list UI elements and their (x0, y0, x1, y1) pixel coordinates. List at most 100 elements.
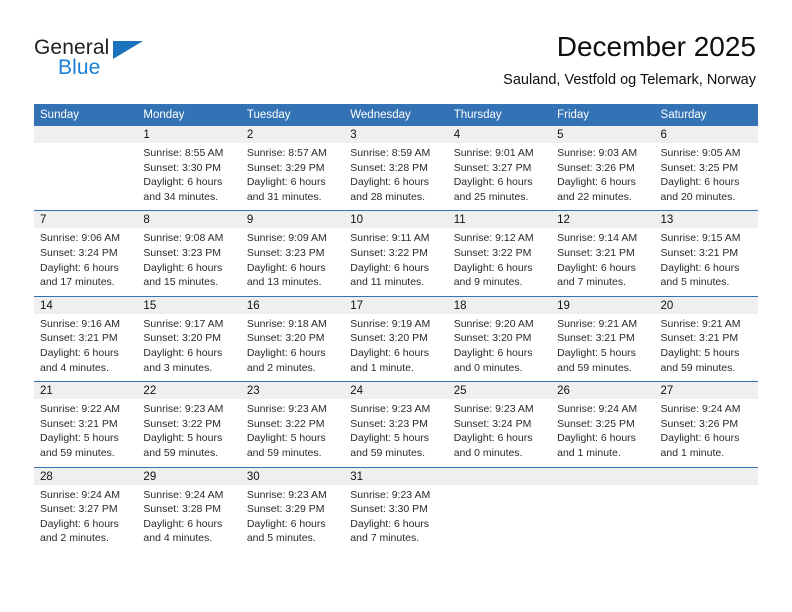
calendar-day-cell[interactable]: 27 Sunrise: 9:24 AM Sunset: 3:26 PM Dayligh… (654, 381, 758, 467)
daylight-text-cont: and 17 minutes. (40, 276, 115, 289)
daylight-text: Daylight: 6 hours (350, 517, 430, 530)
calendar-day-cell[interactable]: 8 Sunrise: 9:08 AM Sunset: 3:23 PM Daylight… (137, 210, 241, 297)
calendar-day-cell[interactable]: 7 Sunrise: 9:06 AM Sunset: 3:24 PM Daylight… (34, 210, 138, 297)
day-details: Sunrise: 9:23 AM Sunset: 3:22 PM Daylight:… (241, 399, 344, 466)
weekday-header-sunday: Sunday (34, 104, 138, 126)
calendar-day-cell[interactable]: 28 Sunrise: 9:24 AM Sunset: 3:27 PM Dayligh… (34, 466, 138, 552)
daylight-text-cont: and 20 minutes. (660, 190, 736, 203)
day-details: Sunrise: 9:22 AM Sunset: 3:21 PM Daylight:… (34, 399, 137, 466)
sunset-text: Sunset: 3:21 PM (660, 246, 739, 259)
sunrise-text: Sunrise: 9:17 AM (143, 317, 224, 330)
sunset-text: Sunset: 3:22 PM (143, 417, 222, 430)
day-details: Sunrise: 9:11 AM Sunset: 3:22 PM Daylight:… (344, 228, 447, 295)
calendar-day-cell[interactable]: 23 Sunrise: 9:23 AM Sunset: 3:22 PM Dayligh… (240, 381, 345, 467)
sunrise-text: Sunrise: 9:03 AM (557, 147, 638, 159)
triangle-icon (113, 41, 143, 59)
calendar-day-cell[interactable]: 20 Sunrise: 9:21 AM Sunset: 3:21 PM Dayligh… (654, 295, 758, 382)
day-number: 3 (344, 126, 448, 143)
calendar-day-cell[interactable]: 16 Sunrise: 9:18 AM Sunset: 3:20 PM Dayligh… (240, 295, 345, 382)
calendar-day-cell[interactable]: 29 Sunrise: 9:24 AM Sunset: 3:28 PM Dayligh… (137, 466, 241, 552)
daylight-text-cont: and 59 minutes. (557, 361, 632, 374)
sunrise-text: Sunrise: 8:55 AM (143, 147, 224, 159)
day-number: 21 (34, 382, 138, 400)
calendar-day-cell[interactable]: 1 Sunrise: 8:55 AM Sunset: 3:30 PM Daylight… (137, 126, 241, 211)
calendar-week-row: 28 Sunrise: 9:24 AM Sunset: 3:27 PM Dayligh… (34, 466, 758, 552)
calendar-day-cell[interactable]: 25 Sunrise: 9:23 AM Sunset: 3:24 PM Dayligh… (447, 381, 552, 467)
daylight-text: Daylight: 6 hours (40, 261, 119, 274)
weekday-header-monday: Monday (137, 104, 241, 126)
weekday-header-friday: Friday (551, 104, 655, 126)
calendar-day-cell[interactable]: 6 Sunrise: 9:05 AM Sunset: 3:25 PM Daylight… (654, 126, 758, 211)
day-details: Sunrise: 9:03 AM Sunset: 3:26 PM Daylight:… (551, 143, 654, 210)
day-number: 5 (551, 126, 655, 143)
calendar-day-cell[interactable]: 26 Sunrise: 9:24 AM Sunset: 3:25 PM Dayligh… (551, 381, 655, 467)
daylight-text-cont: and 59 minutes. (660, 361, 736, 374)
calendar-day-cell[interactable]: 24 Sunrise: 9:23 AM Sunset: 3:23 PM Dayligh… (344, 381, 448, 467)
sunrise-text: Sunrise: 9:09 AM (246, 232, 327, 245)
calendar-day-cell[interactable]: 14 Sunrise: 9:16 AM Sunset: 3:21 PM Dayligh… (34, 295, 138, 382)
calendar-day-cell[interactable]: 12 Sunrise: 9:14 AM Sunset: 3:21 PM Dayligh… (551, 210, 655, 297)
day-details: Sunrise: 9:20 AM Sunset: 3:20 PM Daylight:… (448, 314, 551, 381)
calendar-day-cell[interactable]: 13 Sunrise: 9:15 AM Sunset: 3:21 PM Dayligh… (654, 210, 758, 297)
day-number: 12 (551, 211, 655, 229)
daylight-text-cont: and 5 minutes. (660, 276, 730, 289)
day-number: 14 (34, 296, 138, 314)
day-details: Sunrise: 9:21 AM Sunset: 3:21 PM Daylight:… (551, 314, 654, 381)
daylight-text: Daylight: 6 hours (453, 261, 533, 274)
daylight-text-cont: and 25 minutes. (453, 190, 529, 203)
daylight-text-cont: and 5 minutes. (246, 532, 316, 545)
daylight-text: Daylight: 5 hours (40, 432, 119, 445)
calendar-day-cell[interactable]: 21 Sunrise: 9:22 AM Sunset: 3:21 PM Dayligh… (34, 381, 138, 467)
day-details: Sunrise: 9:14 AM Sunset: 3:21 PM Daylight:… (551, 228, 654, 295)
sunset-text: Sunset: 3:22 PM (453, 246, 532, 259)
day-number: 11 (447, 211, 552, 229)
sunrise-text: Sunrise: 9:18 AM (246, 317, 327, 330)
calendar-day-cell[interactable]: 3 Sunrise: 8:59 AM Sunset: 3:28 PM Daylight… (344, 126, 448, 211)
calendar-day-cell[interactable]: 5 Sunrise: 9:03 AM Sunset: 3:26 PM Daylight… (551, 126, 655, 211)
day-details (551, 485, 654, 547)
daylight-text: Daylight: 6 hours (350, 176, 430, 189)
day-number: 8 (137, 211, 241, 229)
calendar-day-cell[interactable]: 18 Sunrise: 9:20 AM Sunset: 3:20 PM Dayligh… (447, 295, 552, 382)
day-details: Sunrise: 8:55 AM Sunset: 3:30 PM Daylight:… (137, 143, 240, 210)
sunset-text: Sunset: 3:24 PM (453, 417, 532, 430)
sunset-text: Sunset: 3:22 PM (246, 417, 325, 430)
day-details: Sunrise: 9:18 AM Sunset: 3:20 PM Daylight:… (241, 314, 344, 381)
calendar-day-cell[interactable]: 17 Sunrise: 9:19 AM Sunset: 3:20 PM Dayligh… (344, 295, 448, 382)
calendar-day-cell[interactable]: 9 Sunrise: 9:09 AM Sunset: 3:23 PM Daylight… (240, 210, 345, 297)
calendar-day-cell[interactable]: 19 Sunrise: 9:21 AM Sunset: 3:21 PM Dayligh… (551, 295, 655, 382)
daylight-text: Daylight: 6 hours (557, 432, 636, 445)
calendar-day-cell[interactable]: 4 Sunrise: 9:01 AM Sunset: 3:27 PM Daylight… (447, 126, 552, 211)
day-number: 4 (447, 126, 552, 143)
weekday-header-wednesday: Wednesday (344, 104, 448, 126)
calendar-day-cell[interactable]: 30 Sunrise: 9:23 AM Sunset: 3:29 PM Dayligh… (240, 466, 345, 552)
sunset-text: Sunset: 3:21 PM (557, 332, 635, 345)
daylight-text: Daylight: 6 hours (350, 346, 430, 359)
daylight-text-cont: and 1 minute. (660, 446, 725, 459)
calendar-day-cell[interactable]: 2 Sunrise: 8:57 AM Sunset: 3:29 PM Daylight… (240, 126, 345, 211)
calendar-day-cell[interactable]: 15 Sunrise: 9:17 AM Sunset: 3:20 PM Dayligh… (137, 295, 241, 382)
calendar-day-cell[interactable]: 31 Sunrise: 9:23 AM Sunset: 3:30 PM Dayligh… (344, 466, 448, 552)
sunset-text: Sunset: 3:29 PM (246, 161, 325, 174)
day-number: 9 (240, 211, 345, 229)
day-number (551, 467, 655, 485)
daylight-text-cont: and 59 minutes. (40, 446, 115, 459)
sunset-text: Sunset: 3:23 PM (246, 246, 325, 259)
calendar-week-row: 1 Sunrise: 8:55 AM Sunset: 3:30 PM Daylight… (34, 126, 758, 211)
daylight-text-cont: and 59 minutes. (350, 446, 425, 459)
sunset-text: Sunset: 3:24 PM (40, 246, 118, 259)
sunrise-text: Sunrise: 9:05 AM (660, 147, 741, 159)
daylight-text: Daylight: 6 hours (246, 517, 326, 530)
logo[interactable]: General Blue (34, 36, 174, 86)
daylight-text-cont: and 3 minutes. (143, 361, 213, 374)
sunset-text: Sunset: 3:25 PM (660, 161, 739, 174)
daylight-text: Daylight: 5 hours (557, 346, 636, 359)
calendar-day-cell[interactable]: 10 Sunrise: 9:11 AM Sunset: 3:22 PM Dayligh… (344, 210, 448, 297)
calendar-day-cell[interactable]: 22 Sunrise: 9:23 AM Sunset: 3:22 PM Dayligh… (137, 381, 241, 467)
day-details (34, 143, 137, 205)
calendar-day-cell[interactable]: 11 Sunrise: 9:12 AM Sunset: 3:22 PM Dayligh… (447, 210, 552, 297)
day-number: 10 (344, 211, 448, 229)
sunrise-text: Sunrise: 9:08 AM (143, 232, 224, 245)
daylight-text: Daylight: 6 hours (143, 176, 223, 189)
daylight-text: Daylight: 6 hours (350, 261, 430, 274)
